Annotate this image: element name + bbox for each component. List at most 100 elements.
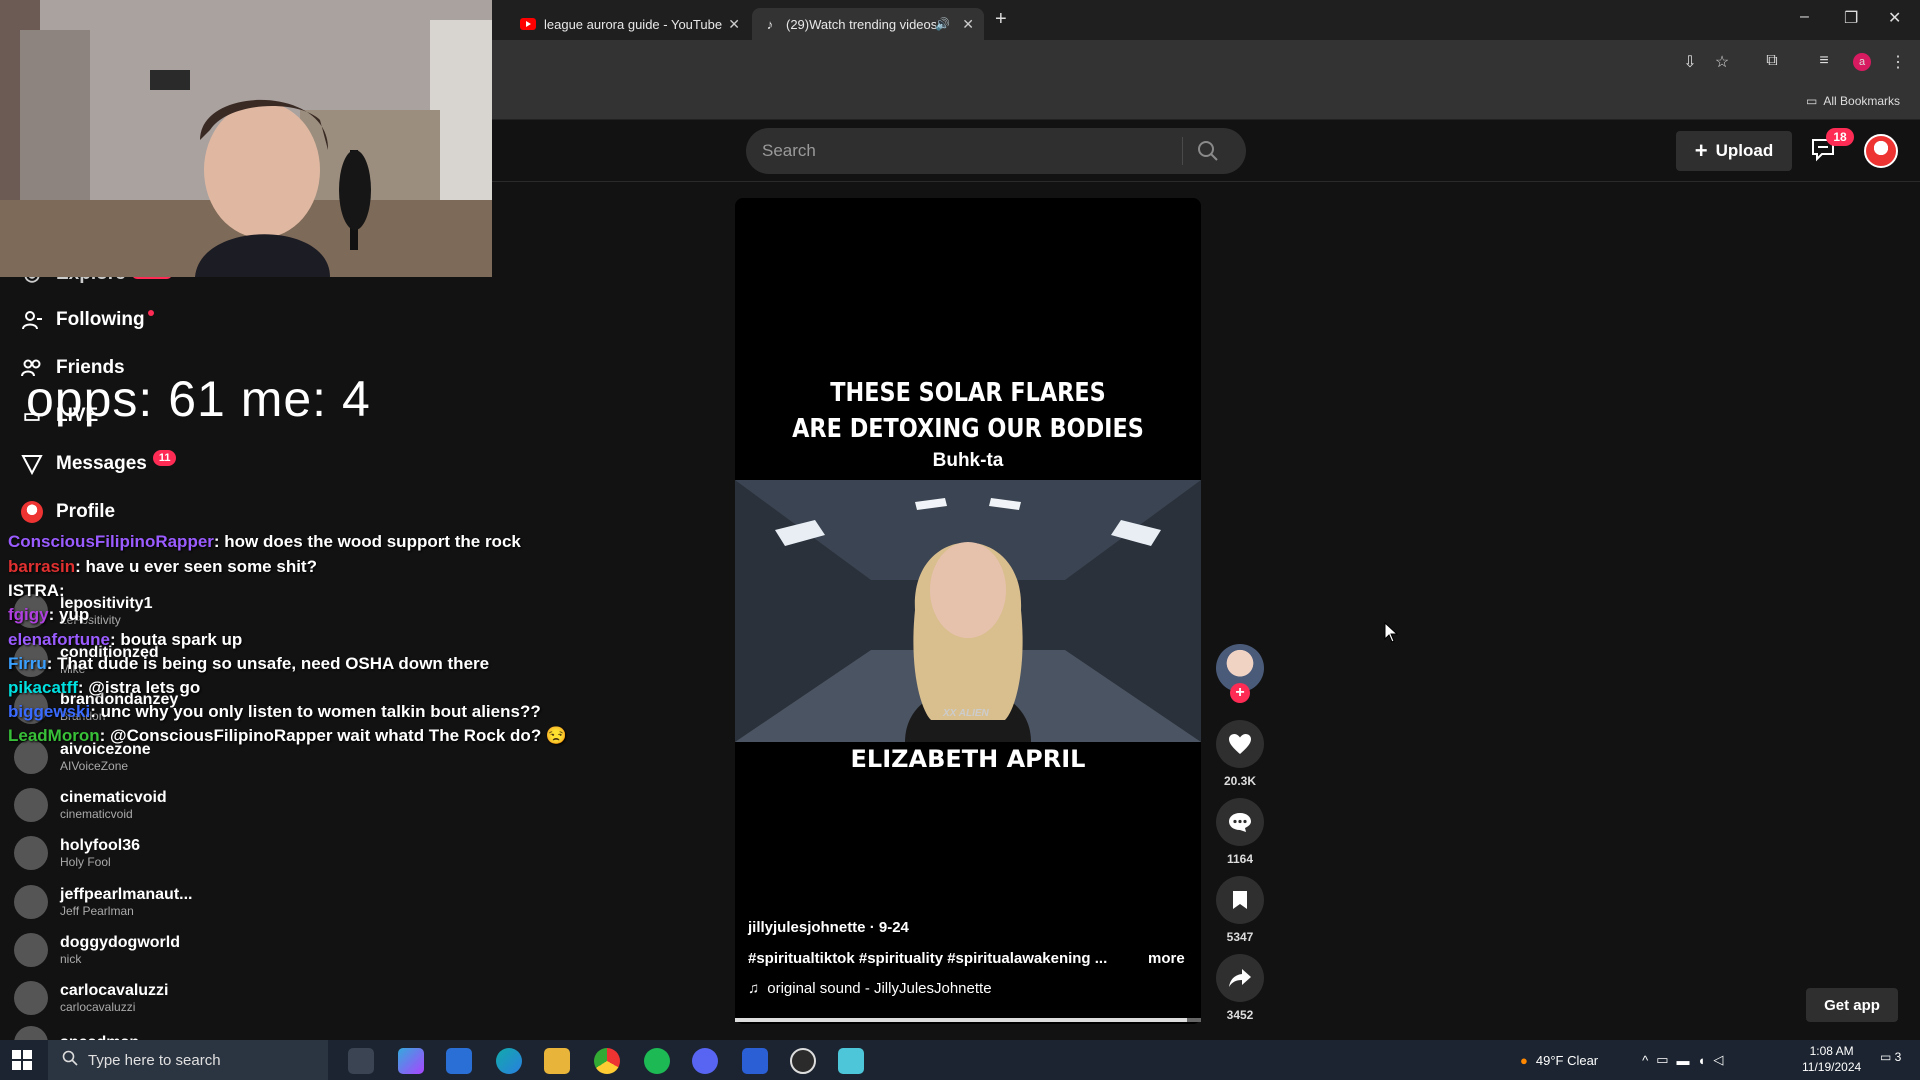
messages-badge: 11: [152, 450, 177, 466]
person-icon: [20, 308, 44, 332]
app-icon[interactable]: [742, 1048, 768, 1074]
chat-text: : That dude is being so unsafe, need OSH…: [46, 654, 490, 673]
search-input[interactable]: Search: [762, 141, 1182, 161]
close-icon[interactable]: ✕: [728, 16, 740, 33]
comment-icon: [1229, 813, 1251, 832]
install-icon[interactable]: ⇩: [1680, 52, 1700, 72]
sidebar-item-following[interactable]: Following: [20, 308, 154, 332]
list-item[interactable]: doggydogworld nick: [14, 933, 180, 967]
edge-icon[interactable]: [496, 1048, 522, 1074]
chat-message: fgigy: yup: [8, 605, 89, 625]
comment-button[interactable]: [1216, 798, 1264, 846]
battery-icon[interactable]: ▬: [1677, 1053, 1690, 1068]
copilot-icon[interactable]: [398, 1048, 424, 1074]
extensions-icon[interactable]: ⧉: [1762, 52, 1782, 72]
sidebar-item-profile[interactable]: Profile: [20, 500, 115, 524]
mail-icon[interactable]: [446, 1048, 472, 1074]
close-window-icon[interactable]: ✕: [1888, 8, 1901, 28]
chat-username: ISTRA: [8, 581, 59, 600]
avatar: [14, 933, 48, 967]
obs-icon[interactable]: [790, 1048, 816, 1074]
account-icon[interactable]: a: [1852, 52, 1872, 72]
mic-icon[interactable]: ◖: [1698, 1053, 1706, 1068]
chat-text: : @ConsciousFilipinoRapper wait whatd Th…: [99, 726, 568, 745]
like-count: 20.3K: [1223, 774, 1257, 788]
speaker-icon[interactable]: 🔊: [935, 17, 950, 31]
video-author[interactable]: jillyjulesjohnette · 9-24: [748, 919, 909, 936]
account-nickname: carlocavaluzzi: [60, 1000, 136, 1014]
sidebar-item-messages[interactable]: Messages 11: [20, 450, 177, 476]
chat-message: ConsciousFilipinoRapper: how does the wo…: [8, 532, 521, 552]
file-explorer-icon[interactable]: [544, 1048, 570, 1074]
profile-avatar-icon: [20, 500, 44, 524]
tab-youtube[interactable]: league aurora guide - YouTube ✕: [510, 8, 750, 40]
star-icon[interactable]: ☆: [1712, 52, 1732, 72]
account-name: carlocavaluzzi: [60, 982, 169, 999]
minimize-icon[interactable]: –: [1800, 8, 1809, 26]
tab-title: (29)Watch trending videos: [786, 16, 936, 32]
search-bar[interactable]: Search: [746, 128, 1246, 174]
tab-tiktok[interactable]: ♪ (29)Watch trending videos 🔊 ✕: [752, 8, 984, 40]
chat-username: biggewski: [8, 702, 91, 721]
upload-button[interactable]: + Upload: [1676, 131, 1792, 171]
task-view-icon[interactable]: [348, 1048, 374, 1074]
save-count: 5347: [1226, 930, 1254, 944]
spotify-icon[interactable]: [644, 1048, 670, 1074]
chat-username: Firru: [8, 654, 47, 673]
video-frame: XX ALIEN: [735, 480, 1201, 742]
account-name: holyfool36: [60, 837, 141, 854]
menu-icon[interactable]: ⋮: [1888, 52, 1908, 72]
share-button[interactable]: [1216, 954, 1264, 1002]
chat-text: : how does the wood support the rock: [213, 532, 521, 551]
dot-badge: [147, 310, 154, 316]
close-icon[interactable]: ✕: [962, 16, 974, 33]
list-item[interactable]: jeffpearlmanaut... Jeff Pearlman: [14, 885, 192, 919]
app-icon[interactable]: [838, 1048, 864, 1074]
new-tab-button[interactable]: +: [995, 8, 1007, 31]
video-progress-bar[interactable]: [735, 1018, 1201, 1022]
chat-text: :: [59, 581, 65, 600]
webcam-feed-image: [0, 0, 492, 277]
account-nickname: Holy Fool: [60, 855, 111, 869]
more-button[interactable]: more: [1148, 950, 1185, 967]
weather-icon: ●: [1520, 1052, 1528, 1068]
network-icon[interactable]: ▭: [1656, 1052, 1668, 1068]
list-item[interactable]: cinematicvoid cinematicvoid: [14, 788, 167, 822]
tab-title: league aurora guide - YouTube: [544, 16, 723, 32]
video-sound[interactable]: ♫ original sound - JillyJulesJohnette: [748, 980, 992, 997]
score-overlay: opps: 61 me: 4: [26, 371, 371, 427]
search-icon: [62, 1050, 78, 1070]
clock[interactable]: 1:08 AM 11/19/2024: [1802, 1043, 1861, 1075]
restore-icon[interactable]: ❐: [1844, 8, 1858, 28]
volume-icon[interactable]: ◁: [1713, 1052, 1723, 1068]
save-button[interactable]: [1216, 876, 1264, 924]
windows-start-icon[interactable]: [12, 1050, 32, 1075]
shirt-text: XX ALIEN: [943, 708, 989, 719]
chat-text: : bouta spark up: [110, 630, 243, 649]
chat-message: ISTRA:: [8, 581, 65, 601]
video-hashtags[interactable]: #spiritualtiktok #spirituality #spiritua…: [748, 950, 1107, 967]
chat-username: pikacatff: [8, 678, 78, 697]
account-nickname: nick: [60, 952, 82, 966]
chat-message: pikacatff: @istra lets go: [8, 678, 200, 698]
like-button[interactable]: [1216, 720, 1264, 768]
list-item[interactable]: carlocavaluzzi carlocavaluzzi: [14, 981, 169, 1015]
chat-username: ConsciousFilipinoRapper: [8, 532, 214, 551]
share-count: 3452: [1226, 1008, 1254, 1022]
media-icon[interactable]: ≡: [1814, 52, 1834, 72]
get-app-button[interactable]: Get app: [1806, 988, 1898, 1022]
chat-text: : have u ever seen some shit?: [75, 557, 317, 576]
discord-icon[interactable]: [692, 1048, 718, 1074]
chat-text: : yup: [48, 605, 90, 624]
chat-username: LeadMoron: [8, 726, 100, 745]
chevron-up-icon[interactable]: ^: [1642, 1053, 1648, 1068]
avatar[interactable]: [1864, 134, 1898, 168]
account-nickname: Jeff Pearlman: [60, 904, 134, 918]
list-item[interactable]: holyfool36 Holy Fool: [14, 836, 140, 870]
follow-button[interactable]: +: [1230, 683, 1250, 703]
notification-icon[interactable]: ▭ 3: [1880, 1050, 1901, 1064]
chrome-icon[interactable]: [594, 1048, 620, 1074]
all-bookmarks[interactable]: ▭ All Bookmarks: [1806, 94, 1900, 108]
search-icon[interactable]: [1183, 140, 1233, 162]
taskbar-search[interactable]: Type here to search: [48, 1040, 328, 1080]
